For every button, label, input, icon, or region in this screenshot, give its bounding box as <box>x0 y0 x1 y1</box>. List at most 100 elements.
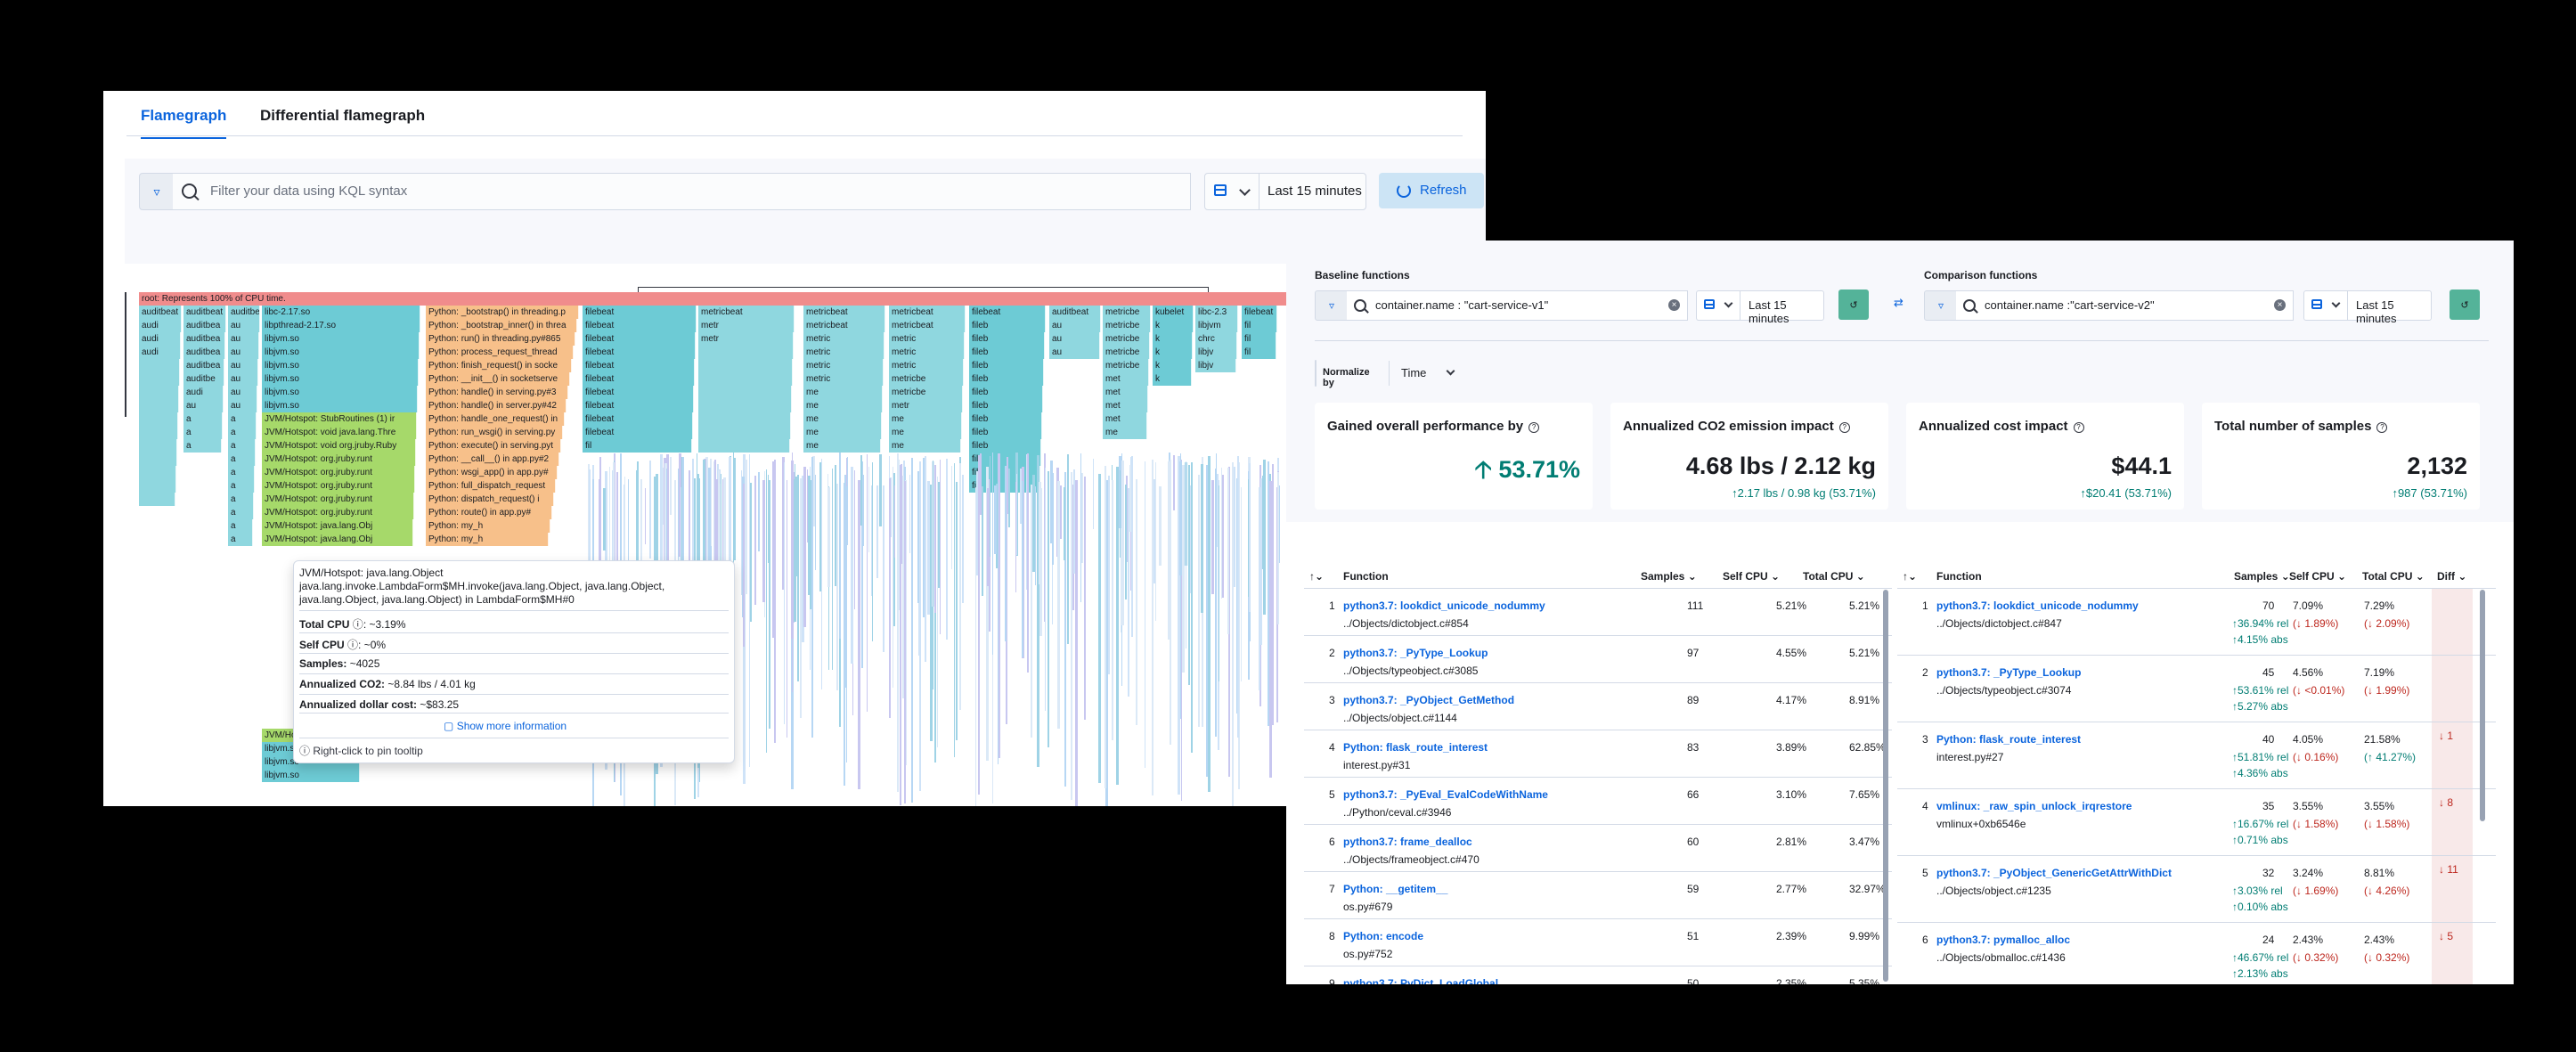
flame-frame[interactable]: metricbeat <box>889 319 966 332</box>
flame-frame[interactable]: metricbe <box>1103 306 1151 319</box>
function-name-link[interactable]: python3.7: lookdict_unicode_nodummy <box>1936 599 2139 612</box>
flame-frame[interactable]: au <box>228 319 260 332</box>
table-row[interactable]: 3 Python: flask_route_interest interest.py… <box>1897 722 2496 789</box>
flame-frame[interactable]: filebeat <box>583 332 696 346</box>
flame-frame[interactable]: au <box>1049 346 1100 359</box>
flame-frame[interactable]: metric <box>803 332 884 346</box>
flame-frame[interactable] <box>139 493 175 506</box>
sort-icon[interactable]: ↑⌄ <box>1309 570 1324 583</box>
flame-frame[interactable]: k <box>1153 346 1193 359</box>
flame-frame[interactable]: a <box>228 493 254 506</box>
flame-frame[interactable]: fileb <box>969 332 1045 346</box>
flame-frame[interactable]: fileb <box>969 412 1042 426</box>
col-function[interactable]: Function <box>1936 570 1982 583</box>
flame-frame[interactable]: auditbea <box>183 332 225 346</box>
table-row[interactable]: 1 python3.7: lookdict_unicode_nodummy ../O… <box>1897 589 2496 656</box>
flame-frame[interactable] <box>139 439 177 453</box>
flame-frame[interactable]: k <box>1153 332 1193 346</box>
flame-frame[interactable]: au <box>228 386 257 399</box>
flame-frame[interactable]: metricbe <box>1103 319 1151 332</box>
flame-frame[interactable]: kubelet <box>1153 306 1194 319</box>
flame-frame[interactable]: a <box>228 506 254 519</box>
flame-frame[interactable]: JVM/Hotspot: StubRoutines (1) ir <box>262 412 417 426</box>
col-total-cpu[interactable]: Total CPU ⌄ <box>1803 570 1865 583</box>
flame-frame[interactable]: fileb <box>969 346 1045 359</box>
flame-frame[interactable]: audi <box>183 386 224 399</box>
flame-frame[interactable]: metricbe <box>889 386 963 399</box>
flame-frame[interactable]: au <box>1049 332 1100 346</box>
flame-frame[interactable]: filebeat <box>583 426 693 439</box>
flame-frame[interactable]: metricbeat <box>889 306 966 319</box>
table-row[interactable]: 4 vmlinux: _raw_spin_unlock_irqrestore vml… <box>1897 789 2496 856</box>
flame-frame[interactable]: a <box>228 479 255 493</box>
flame-frame[interactable] <box>139 412 178 426</box>
flame-frame[interactable]: audi <box>139 346 181 359</box>
flame-frame[interactable]: audi <box>139 319 182 332</box>
flame-frame[interactable]: metr <box>698 332 794 346</box>
flame-frame[interactable]: JVM/Hotspot: java.lang.Obj <box>262 533 413 546</box>
sort-icon[interactable]: ↑⌄ <box>1903 570 1917 583</box>
col-samples[interactable]: Samples ⌄ <box>2234 570 2290 583</box>
scrollbar[interactable] <box>2480 590 2485 821</box>
flame-frame[interactable]: me <box>803 386 883 399</box>
table-row[interactable]: 1 python3.7: lookdict_unicode_nodummy ../O… <box>1304 589 1892 636</box>
flame-frame[interactable] <box>139 466 176 479</box>
tab-flamegraph[interactable]: Flamegraph <box>141 107 227 139</box>
flame-frame[interactable]: me <box>1103 426 1147 439</box>
flame-frame[interactable]: metr <box>698 319 795 332</box>
flame-frame[interactable]: fileb <box>969 426 1042 439</box>
flame-frame[interactable]: auditbea <box>183 346 225 359</box>
flame-frame[interactable]: a <box>183 439 222 453</box>
flame-frame[interactable]: JVM/Hotspot: void java.lang.Thre <box>262 426 417 439</box>
table-row[interactable]: 6 python3.7: frame_dealloc ../Objects/fram… <box>1304 825 1892 872</box>
flame-root[interactable]: root: Represents 100% of CPU time. <box>139 292 1482 306</box>
flame-frame[interactable]: metric <box>803 372 884 386</box>
flame-frame[interactable]: libjvm.so <box>262 359 419 372</box>
baseline-update-button[interactable]: ↺ <box>1838 290 1869 320</box>
flame-frame[interactable]: Python: dispatch_request() i <box>426 493 554 506</box>
flame-frame[interactable]: metric <box>803 359 884 372</box>
function-name-link[interactable]: Python: flask_route_interest <box>1343 741 1488 754</box>
col-samples[interactable]: Samples ⌄ <box>1641 570 1697 583</box>
flame-frame[interactable]: JVM/Hotspot: org.jruby.runt <box>262 453 416 466</box>
flame-frame[interactable]: a <box>228 439 256 453</box>
flame-frame[interactable]: libjvm.so <box>262 769 360 782</box>
flame-frame[interactable]: filebeat <box>583 399 694 412</box>
flame-frame[interactable]: met <box>1103 372 1149 386</box>
flame-frame[interactable] <box>698 359 793 372</box>
function-name-link[interactable]: Python: encode <box>1343 930 1423 942</box>
flame-frame[interactable]: libjv <box>1195 346 1237 359</box>
flame-frame[interactable]: fil <box>1242 332 1276 346</box>
flame-frame[interactable]: chrc <box>1195 332 1237 346</box>
flame-frame[interactable]: libc-2.17.so <box>262 306 420 319</box>
flame-frame[interactable]: metricbeat <box>803 319 885 332</box>
flame-frame[interactable]: filebeat <box>969 306 1046 319</box>
flame-frame[interactable] <box>139 386 179 399</box>
flame-frame[interactable]: metricbeat <box>803 306 885 319</box>
flame-frame[interactable] <box>139 453 177 466</box>
flame-frame[interactable]: a <box>228 426 257 439</box>
col-function[interactable]: Function <box>1343 570 1389 583</box>
flame-frame[interactable]: libjvm.so <box>262 399 418 412</box>
flame-frame[interactable]: au <box>228 372 258 386</box>
clear-icon[interactable]: × <box>2274 299 2286 311</box>
flame-frame[interactable]: fileb <box>969 399 1043 412</box>
flame-frame[interactable]: metricbeat <box>698 306 795 319</box>
flame-frame[interactable]: auditbea <box>183 319 226 332</box>
col-total-cpu[interactable]: Total CPU ⌄ <box>2362 570 2425 583</box>
flame-frame[interactable]: Python: __call__() in app.py#2 <box>426 453 559 466</box>
flame-frame[interactable]: auditbe <box>183 372 224 386</box>
swap-icon[interactable]: ⇄ <box>1894 296 1903 310</box>
flame-frame[interactable]: filebeat <box>583 306 697 319</box>
flame-frame[interactable]: filebeat <box>583 359 695 372</box>
flame-frame[interactable]: au <box>183 399 224 412</box>
baseline-date-picker[interactable]: Last 15 minutes <box>1696 290 1824 325</box>
flame-frame[interactable]: metric <box>889 332 965 346</box>
comparison-query-input[interactable]: container.name :"cart-service-v2" × <box>1956 290 2294 321</box>
flame-frame[interactable]: metric <box>889 359 964 372</box>
comparison-update-button[interactable]: ↺ <box>2450 290 2480 320</box>
flame-frame[interactable]: au <box>228 346 259 359</box>
flame-frame[interactable]: libc-2.3 <box>1195 306 1238 319</box>
flame-frame[interactable]: filebeat <box>1242 306 1277 319</box>
flame-frame[interactable]: fileb <box>969 439 1041 453</box>
